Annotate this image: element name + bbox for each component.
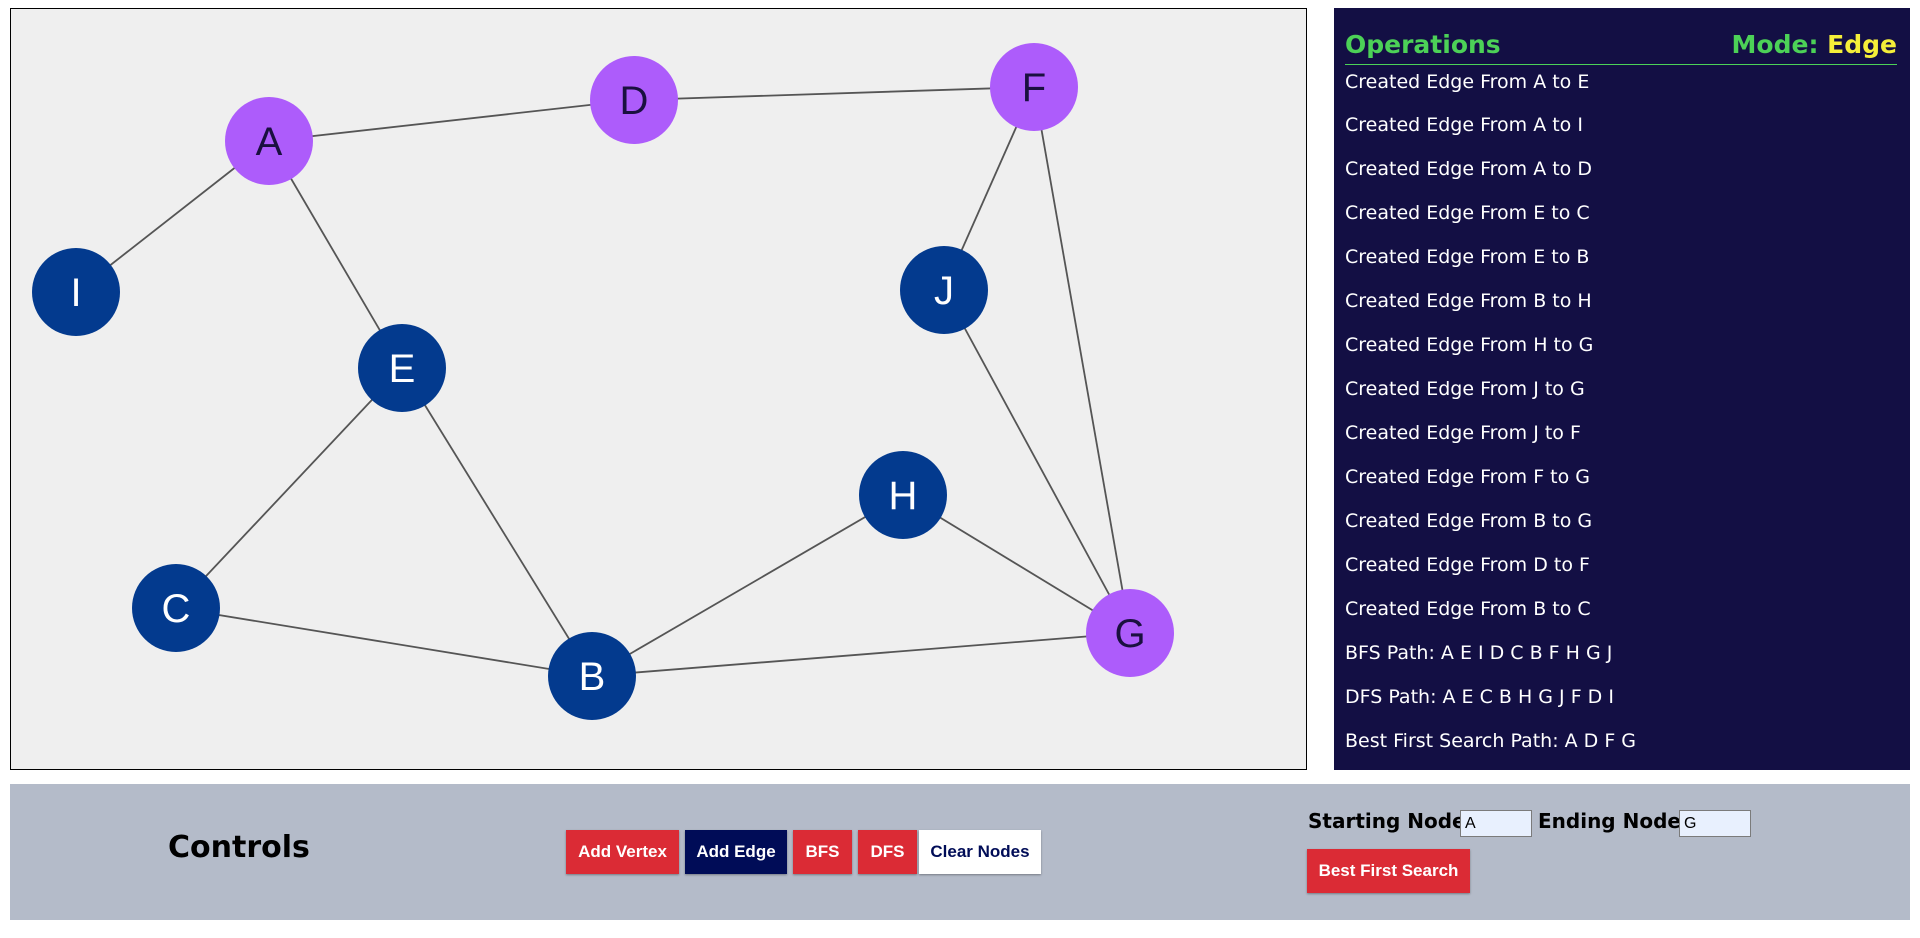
operations-panel: Operations Mode: Edge Created Edge From … — [1334, 8, 1910, 770]
log-entry: Created Edge From B to G — [1345, 510, 1593, 532]
node-D[interactable]: D — [590, 56, 678, 144]
ending-node-label: Ending Node — [1538, 809, 1681, 833]
node-label: I — [70, 271, 81, 315]
mode-value: Edge — [1827, 30, 1897, 59]
nodes-layer: A D F I J E H C B G — [32, 43, 1174, 720]
log-entry: Created Edge From A to D — [1345, 158, 1592, 180]
node-label: J — [934, 269, 954, 313]
add-edge-button[interactable]: Add Edge — [685, 830, 787, 874]
edge-A-D — [268, 99, 635, 142]
bfs-button[interactable]: BFS — [793, 830, 852, 874]
bfs-path-entry: BFS Path: A E I D C B F H G J — [1345, 642, 1613, 664]
node-C[interactable]: C — [132, 564, 220, 652]
clear-nodes-button[interactable]: Clear Nodes — [919, 830, 1041, 874]
log-entry: Created Edge From D to F — [1345, 554, 1590, 576]
starting-node-label: Starting Node — [1308, 809, 1466, 833]
node-label: B — [579, 655, 606, 699]
node-J[interactable]: J — [900, 246, 988, 334]
node-G[interactable]: G — [1086, 589, 1174, 677]
graph-canvas[interactable]: A D F I J E H C B G — [10, 8, 1307, 770]
node-E[interactable]: E — [358, 324, 446, 412]
mode-indicator: Mode: Edge — [1732, 30, 1897, 59]
log-entry: Created Edge From J to G — [1345, 378, 1585, 400]
log-entry: Created Edge From A to I — [1345, 114, 1583, 136]
operations-log: Created Edge From A to E Created Edge Fr… — [1345, 61, 1897, 763]
best-first-search-button[interactable]: Best First Search — [1307, 849, 1470, 893]
log-entry: Created Edge From E to B — [1345, 246, 1590, 268]
log-entry: Created Edge From B to C — [1345, 598, 1591, 620]
dfs-button[interactable]: DFS — [858, 830, 917, 874]
edge-E-C — [175, 367, 403, 609]
edge-B-G — [591, 632, 1131, 677]
edge-E-B — [401, 367, 593, 677]
edge-D-F — [633, 86, 1035, 101]
node-label: E — [389, 347, 416, 391]
log-entry: Created Edge From H to G — [1345, 334, 1594, 356]
edge-F-G — [1033, 86, 1131, 634]
add-vertex-button[interactable]: Add Vertex — [566, 830, 679, 874]
log-entry: Created Edge From E to C — [1345, 202, 1590, 224]
dfs-path-entry: DFS Path: A E C B H G J F D I — [1345, 686, 1614, 708]
best-first-path-entry: Best First Search Path: A D F G — [1345, 730, 1637, 752]
edge-B-H — [591, 494, 904, 677]
node-I[interactable]: I — [32, 248, 120, 336]
mode-label: Mode: — [1731, 30, 1819, 59]
edges-layer — [75, 86, 1131, 677]
node-label: H — [889, 474, 918, 518]
controls-title: Controls — [168, 830, 310, 865]
node-label: A — [256, 120, 283, 164]
node-label: D — [620, 79, 649, 123]
graph-svg[interactable]: A D F I J E H C B G — [11, 9, 1307, 770]
log-entry: Created Edge From A to E — [1345, 71, 1590, 93]
node-label: F — [1022, 66, 1046, 110]
log-entry: Created Edge From J to F — [1345, 422, 1581, 444]
operations-header: Operations Mode: Edge — [1345, 26, 1897, 65]
starting-node-input[interactable] — [1460, 810, 1532, 837]
edge-B-C — [175, 607, 593, 677]
node-H[interactable]: H — [859, 451, 947, 539]
node-B[interactable]: B — [548, 632, 636, 720]
log-entry: Created Edge From B to H — [1345, 290, 1592, 312]
operations-title: Operations — [1345, 30, 1501, 59]
node-label: G — [1114, 612, 1145, 656]
node-A[interactable]: A — [225, 97, 313, 185]
node-label: C — [162, 587, 191, 631]
log-entry: Created Edge From F to G — [1345, 466, 1591, 488]
edge-J-G — [943, 289, 1131, 634]
ending-node-input[interactable] — [1679, 810, 1751, 837]
node-F[interactable]: F — [990, 43, 1078, 131]
controls-bar: Controls Add Vertex Add Edge BFS DFS Cle… — [10, 784, 1910, 920]
